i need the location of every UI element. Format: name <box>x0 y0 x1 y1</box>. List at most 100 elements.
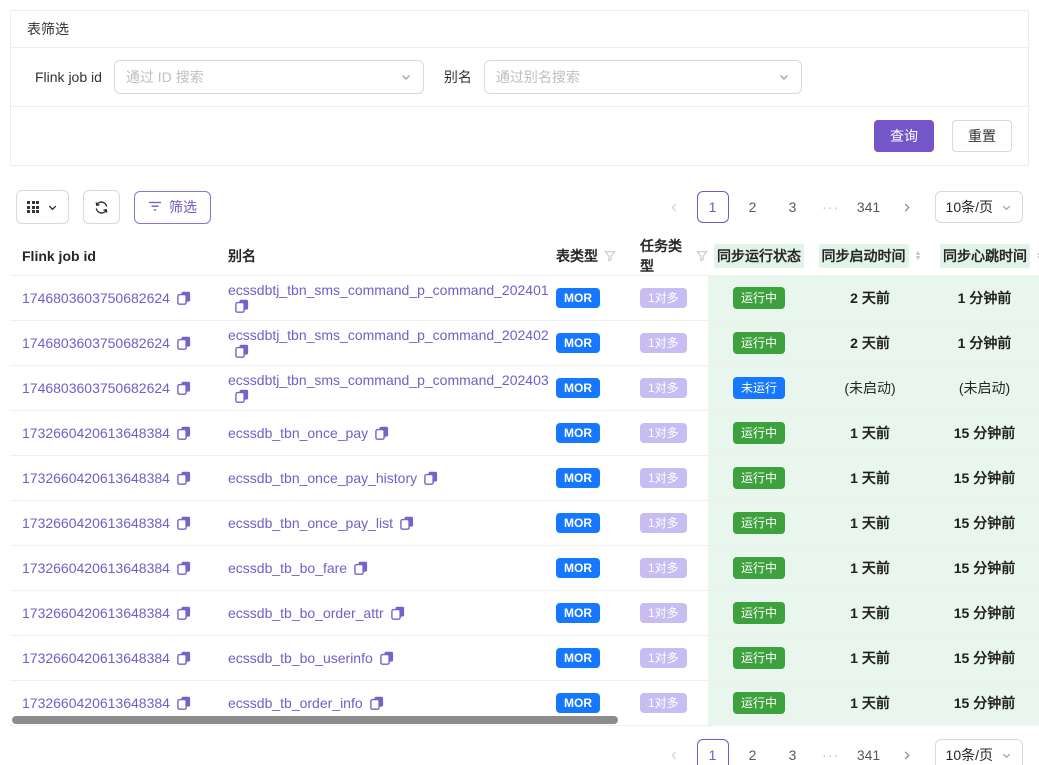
sync-status-cell: 运行中 <box>708 411 810 455</box>
density-button[interactable] <box>16 190 69 224</box>
alias-link[interactable]: ecssdb_tbn_once_pay_list <box>228 515 393 531</box>
alias-link[interactable]: ecssdb_tb_bo_fare <box>228 560 347 576</box>
alias-link[interactable]: ecssdbtj_tbn_sms_command_p_command_20240… <box>228 282 549 298</box>
alias-link[interactable]: ecssdb_tb_bo_order_attr <box>228 605 384 621</box>
flink-job-id-select[interactable]: 通过 ID 搜索 <box>114 60 424 94</box>
job-id-link[interactable]: 1732660420613648384 <box>22 470 170 486</box>
heartbeat-time-value: 1 分钟前 <box>958 288 1012 308</box>
copy-icon[interactable] <box>177 651 191 665</box>
copy-icon[interactable] <box>177 606 191 620</box>
copy-icon[interactable] <box>177 471 191 485</box>
heartbeat-time-value: 15 分钟前 <box>954 423 1015 443</box>
alias-link[interactable]: ecssdb_tbn_once_pay_history <box>228 470 417 486</box>
job-id-link[interactable]: 1732660420613648384 <box>22 560 170 576</box>
next-page-button[interactable] <box>893 191 921 223</box>
copy-icon[interactable] <box>380 651 394 665</box>
job-id-link[interactable]: 1746803603750682624 <box>22 380 170 396</box>
page-2[interactable]: 2 <box>737 191 769 223</box>
copy-icon[interactable] <box>177 291 191 305</box>
table-type-cell: MOR <box>548 288 635 308</box>
job-id-cell: 1732660420613648384 <box>10 650 228 666</box>
copy-icon[interactable] <box>424 471 438 485</box>
alias-link[interactable]: ecssdb_tb_order_info <box>228 695 363 711</box>
task-type-tag: 1对多 <box>640 468 687 488</box>
page-3[interactable]: 3 <box>777 739 809 765</box>
job-id-link[interactable]: 1732660420613648384 <box>22 650 170 666</box>
copy-icon[interactable] <box>354 561 368 575</box>
copy-icon[interactable] <box>177 381 191 395</box>
refresh-button[interactable] <box>83 190 120 224</box>
alias-link[interactable]: ecssdbtj_tbn_sms_command_p_command_20240… <box>228 327 549 343</box>
sorter-icon[interactable]: ▲▼ <box>915 251 922 261</box>
filter-funnel-icon[interactable] <box>696 250 708 262</box>
column-header-flink-job-id: Flink job id <box>10 248 228 264</box>
copy-icon[interactable] <box>235 389 249 403</box>
page-last[interactable]: 341 <box>853 739 885 765</box>
job-id-link[interactable]: 1732660420613648384 <box>22 425 170 441</box>
task-type-tag: 1对多 <box>640 378 687 398</box>
start-time-value: 2 天前 <box>850 333 890 353</box>
alias-cell: ecssdbtj_tbn_sms_command_p_command_20240… <box>228 282 548 314</box>
sync-table: Flink job id 别名 表类型 任务类型 同步运行状态 同步启动时间 ▲… <box>10 236 1039 726</box>
page-last[interactable]: 341 <box>853 191 885 223</box>
column-header-sync-heartbeat-time: 同步心跳时间 ▲▼ <box>930 244 1039 268</box>
page-2[interactable]: 2 <box>737 739 769 765</box>
page-ellipsis[interactable]: ··· <box>817 199 845 215</box>
job-id-link[interactable]: 1746803603750682624 <box>22 290 170 306</box>
copy-icon[interactable] <box>177 516 191 530</box>
copy-icon[interactable] <box>177 561 191 575</box>
copy-icon[interactable] <box>370 696 384 710</box>
status-badge: 运行中 <box>733 287 785 309</box>
copy-icon[interactable] <box>391 606 405 620</box>
chevron-right-icon <box>901 202 912 213</box>
copy-icon[interactable] <box>177 336 191 350</box>
alias-link[interactable]: ecssdb_tb_bo_userinfo <box>228 650 373 666</box>
alias-select[interactable]: 通过别名搜索 <box>484 60 802 94</box>
sync-start-time-cell: 2 天前 <box>810 321 930 365</box>
filter-funnel-icon[interactable] <box>604 250 616 262</box>
sync-start-time-cell: 1 天前 <box>810 591 930 635</box>
copy-icon[interactable] <box>400 516 414 530</box>
alias-link[interactable]: ecssdb_tbn_once_pay <box>228 425 368 441</box>
job-id-link[interactable]: 1746803603750682624 <box>22 335 170 351</box>
page-1[interactable]: 1 <box>697 191 729 223</box>
table-type-cell: MOR <box>548 558 635 578</box>
table-type-tag: MOR <box>556 558 600 578</box>
page-size-select[interactable]: 10条/页 <box>935 191 1023 223</box>
job-id-cell: 1732660420613648384 <box>10 560 228 576</box>
table-type-tag: MOR <box>556 423 600 443</box>
page-1[interactable]: 1 <box>697 739 729 765</box>
filter-card-title: 表筛选 <box>11 11 1028 48</box>
query-button[interactable]: 查询 <box>874 120 934 152</box>
sync-start-time-cell: 2 天前 <box>810 276 930 320</box>
table-type-cell: MOR <box>548 693 635 713</box>
sync-heartbeat-time-cell: 15 分钟前 <box>930 591 1039 635</box>
job-id-link[interactable]: 1732660420613648384 <box>22 695 170 711</box>
heartbeat-time-value: 1 分钟前 <box>958 333 1012 353</box>
page-ellipsis[interactable]: ··· <box>817 747 845 763</box>
prev-page-button[interactable] <box>661 191 689 223</box>
heartbeat-time-value: 15 分钟前 <box>954 648 1015 668</box>
horizontal-scrollbar-thumb[interactable] <box>12 716 618 724</box>
copy-icon[interactable] <box>235 299 249 313</box>
copy-icon[interactable] <box>177 696 191 710</box>
task-type-cell: 1对多 <box>635 603 708 623</box>
alias-link[interactable]: ecssdbtj_tbn_sms_command_p_command_20240… <box>228 372 549 388</box>
prev-page-button[interactable] <box>661 739 689 765</box>
reset-button[interactable]: 重置 <box>952 120 1012 152</box>
copy-icon[interactable] <box>235 344 249 358</box>
next-page-button[interactable] <box>893 739 921 765</box>
sync-heartbeat-time-cell: 15 分钟前 <box>930 636 1039 680</box>
alias-cell: ecssdb_tbn_once_pay <box>228 425 548 441</box>
job-id-link[interactable]: 1732660420613648384 <box>22 515 170 531</box>
filter-button[interactable]: 筛选 <box>134 191 211 224</box>
page-3[interactable]: 3 <box>777 191 809 223</box>
page-size-select[interactable]: 10条/页 <box>935 739 1023 765</box>
copy-icon[interactable] <box>375 426 389 440</box>
job-id-link[interactable]: 1732660420613648384 <box>22 605 170 621</box>
chevron-down-icon <box>1001 750 1012 761</box>
table-type-cell: MOR <box>548 378 635 398</box>
chevron-left-icon <box>669 202 680 213</box>
task-type-cell: 1对多 <box>635 378 708 398</box>
copy-icon[interactable] <box>177 426 191 440</box>
